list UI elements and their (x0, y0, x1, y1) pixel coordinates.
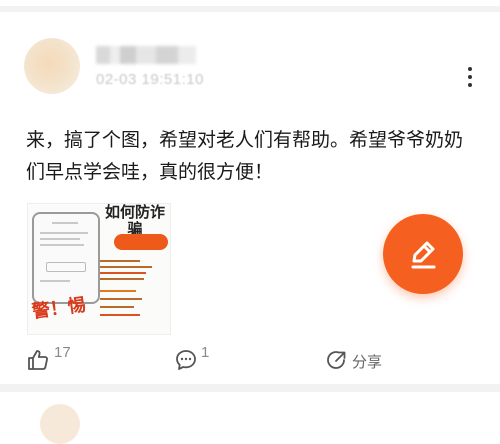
like-button[interactable]: 17 (26, 342, 86, 376)
post-actions-bar: 17 1 分享 (0, 342, 500, 382)
share-button[interactable]: 分享 (324, 342, 394, 376)
image-highlight (114, 234, 168, 250)
next-post-avatar[interactable] (40, 404, 80, 444)
comment-count: 1 (201, 344, 210, 361)
next-post-card (0, 392, 500, 444)
post-divider (0, 384, 500, 392)
more-options-button[interactable] (460, 66, 480, 88)
share-label: 分享 (352, 353, 383, 371)
avatar[interactable] (24, 38, 80, 94)
thumbs-up-icon (28, 350, 48, 370)
image-warning: 警！惕 (30, 294, 88, 323)
like-count: 17 (54, 344, 71, 361)
comment-bubble-icon (176, 350, 196, 370)
share-circle-icon (327, 351, 346, 369)
post-text: 来，搞了个图，希望对老人们有帮助。希望爷爷奶奶们早点学会哇，真的很方便！ (26, 129, 464, 183)
post-image[interactable]: 如何防诈骗 警！惕 (27, 203, 171, 335)
author-name[interactable]: 用户 (96, 46, 196, 64)
image-title: 如何防诈骗 (104, 203, 165, 238)
comment-button[interactable]: 1 (174, 342, 224, 376)
pencil-edit-icon (411, 241, 436, 269)
post-timestamp: 02-03 19:51:10 (96, 71, 204, 88)
phone-illustration (32, 212, 100, 304)
post-card: 用户 02-03 19:51:10 来，搞了个图，希望对老人们有帮助。希望爷爷奶… (0, 12, 500, 384)
compose-fab-button[interactable] (383, 214, 463, 294)
